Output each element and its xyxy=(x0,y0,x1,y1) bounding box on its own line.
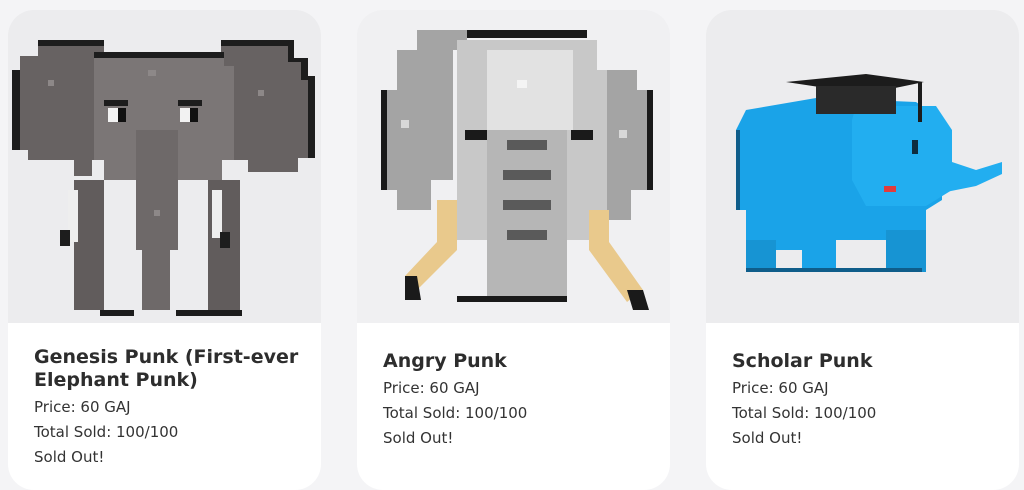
nft-card-angry-punk[interactable]: Angry Punk Price: 60 GAJ Total Sold: 100… xyxy=(357,10,670,490)
card-info: Genesis Punk (First-ever Elephant Punk) … xyxy=(34,346,305,470)
nft-card-scholar-punk[interactable]: Scholar Punk Price: 60 GAJ Total Sold: 1… xyxy=(706,10,1019,490)
card-price: Price: 60 GAJ xyxy=(383,379,480,397)
gray-pixel-elephant-icon xyxy=(8,10,321,323)
card-title: Angry Punk xyxy=(383,350,507,372)
card-image[interactable] xyxy=(8,10,321,323)
blue-graduate-elephant-icon xyxy=(706,10,1019,323)
card-price: Price: 60 GAJ xyxy=(732,379,829,397)
card-total-sold: Total Sold: 100/100 xyxy=(383,404,528,422)
card-status: Sold Out! xyxy=(34,448,105,466)
card-total-sold: Total Sold: 100/100 xyxy=(34,423,179,441)
card-status: Sold Out! xyxy=(383,429,454,447)
card-image[interactable] xyxy=(357,10,670,323)
card-info: Angry Punk Price: 60 GAJ Total Sold: 100… xyxy=(383,350,654,451)
angry-pixel-elephant-icon xyxy=(357,10,670,323)
card-title: Scholar Punk xyxy=(732,350,873,372)
card-image[interactable] xyxy=(706,10,1019,323)
card-total-sold: Total Sold: 100/100 xyxy=(732,404,877,422)
card-title: Genesis Punk (First-ever Elephant Punk) xyxy=(34,346,299,391)
nft-card-genesis-punk[interactable]: Genesis Punk (First-ever Elephant Punk) … xyxy=(8,10,321,490)
card-status: Sold Out! xyxy=(732,429,803,447)
card-price: Price: 60 GAJ xyxy=(34,398,131,416)
card-info: Scholar Punk Price: 60 GAJ Total Sold: 1… xyxy=(732,350,1003,451)
